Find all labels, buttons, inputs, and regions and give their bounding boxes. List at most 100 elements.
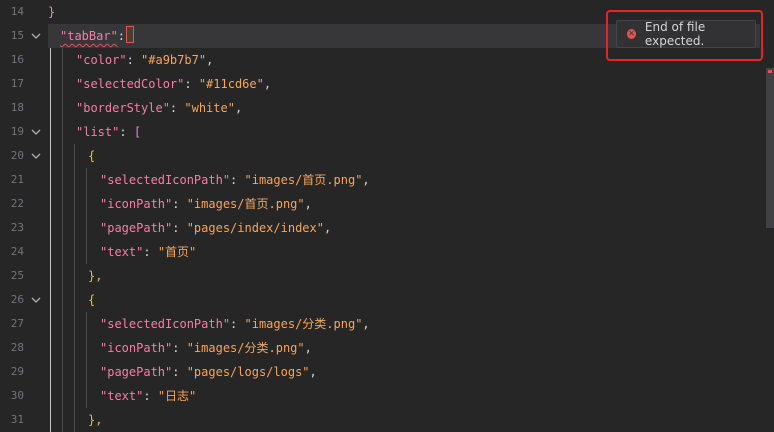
- chevron-down-icon: [31, 153, 41, 159]
- json-string: "#11cd6e": [198, 77, 264, 91]
- comma: ,: [304, 197, 312, 211]
- colon: :: [117, 29, 126, 43]
- json-string: "images/分类.png": [244, 317, 363, 331]
- json-string: "images/分类.png": [186, 341, 305, 355]
- comma: ,: [234, 101, 243, 115]
- comma: ,: [263, 77, 272, 91]
- comma: ,: [323, 221, 332, 235]
- json-key: "selectedIconPath": [100, 173, 231, 187]
- colon: :: [172, 341, 187, 355]
- comma: ,: [309, 365, 317, 379]
- json-string: "日志": [157, 389, 197, 403]
- line-number: 26: [10, 293, 24, 306]
- comma: ,: [362, 317, 370, 331]
- colon: :: [119, 125, 134, 139]
- colon: :: [184, 77, 199, 91]
- closing-brace: },: [88, 413, 103, 427]
- code-line[interactable]: },: [48, 264, 760, 288]
- comma: ,: [304, 341, 312, 355]
- line-number: 14: [10, 5, 24, 18]
- code-line[interactable]: {: [48, 144, 760, 168]
- vertical-scrollbar[interactable]: [766, 68, 774, 228]
- line-number-gutter: 14 15 16 17 18 19 20 21 22 23 24 25 26 2…: [0, 0, 48, 432]
- fold-toggle[interactable]: [30, 288, 42, 312]
- code-editor[interactable]: 14 15 16 17 18 19 20 21 22 23 24 25 26 2…: [0, 0, 774, 432]
- overview-ruler-error-marker: [768, 70, 772, 73]
- colon: :: [230, 173, 245, 187]
- line-number: 15: [10, 29, 24, 42]
- chevron-down-icon: [31, 129, 41, 135]
- line-number: 25: [10, 269, 24, 282]
- comma: ,: [206, 53, 214, 67]
- json-key: "text": [100, 389, 144, 403]
- line-number: 16: [10, 53, 24, 66]
- code-line[interactable]: {: [48, 288, 760, 312]
- code-line[interactable]: "iconPath": "images/首页.png",: [48, 192, 760, 216]
- line-number: 31: [10, 413, 24, 426]
- colon: :: [172, 221, 187, 235]
- code-line[interactable]: "iconPath": "images/分类.png",: [48, 336, 760, 360]
- comma: ,: [362, 173, 370, 187]
- fold-toggle[interactable]: [30, 24, 42, 48]
- json-string: "pages/logs/logs": [186, 365, 310, 379]
- line-number: 21: [10, 173, 24, 186]
- code-line[interactable]: "text": "日志": [48, 384, 760, 408]
- colon: :: [169, 101, 185, 115]
- line-number: 29: [10, 365, 24, 378]
- json-string: "首页": [157, 245, 197, 259]
- code-line[interactable]: "pagePath": "pages/index/index",: [48, 216, 760, 240]
- json-key: "pagePath": [100, 221, 173, 235]
- annotation-highlight-box: [606, 10, 763, 61]
- json-key: "pagePath": [100, 365, 173, 379]
- json-key: "iconPath": [100, 341, 173, 355]
- line-number: 22: [10, 197, 24, 210]
- code-area[interactable]: } "tabBar": "color": "#a9b7b7", "selecte…: [48, 0, 774, 432]
- colon: :: [172, 197, 187, 211]
- colon: :: [143, 389, 158, 403]
- line-number: 23: [10, 221, 24, 234]
- open-bracket: [: [133, 125, 142, 139]
- line-number: 17: [10, 77, 24, 90]
- text-cursor: [126, 26, 135, 43]
- line-number: 28: [10, 341, 24, 354]
- json-string: "pages/index/index": [186, 221, 324, 235]
- open-brace: {: [88, 149, 96, 163]
- closing-brace: },: [88, 269, 103, 283]
- line-number: 30: [10, 389, 24, 402]
- code-line[interactable]: "pagePath": "pages/logs/logs",: [48, 360, 760, 384]
- line-number: 24: [10, 245, 24, 258]
- fold-toggle[interactable]: [30, 144, 42, 168]
- line-number: 27: [10, 317, 24, 330]
- chevron-down-icon: [31, 33, 41, 39]
- json-key: "list": [76, 125, 120, 139]
- code-line[interactable]: "list": [: [48, 120, 760, 144]
- colon: :: [172, 365, 187, 379]
- line-number: 18: [10, 101, 24, 114]
- colon: :: [143, 245, 158, 259]
- json-key: "selectedColor": [76, 77, 185, 91]
- json-key: "color": [76, 53, 127, 67]
- open-brace: {: [88, 293, 96, 307]
- json-string: "#a9b7b7": [141, 53, 207, 67]
- code-line[interactable]: },: [48, 408, 760, 432]
- closing-brace: }: [48, 5, 56, 19]
- json-key: "borderStyle": [76, 101, 170, 115]
- json-key: "selectedIconPath": [100, 317, 231, 331]
- json-string: "images/首页.png": [186, 197, 305, 211]
- code-line[interactable]: "selectedColor": "#11cd6e",: [48, 72, 760, 96]
- code-line[interactable]: "borderStyle": "white",: [48, 96, 760, 120]
- colon: :: [126, 53, 142, 67]
- colon: :: [230, 317, 245, 331]
- fold-toggle[interactable]: [30, 120, 42, 144]
- json-key: "iconPath": [100, 197, 173, 211]
- code-line[interactable]: "text": "首页": [48, 240, 760, 264]
- json-string: "white": [184, 101, 235, 115]
- line-number: 19: [10, 125, 24, 138]
- json-key: "tabBar": [60, 29, 118, 43]
- json-string: "images/首页.png": [244, 173, 363, 187]
- chevron-down-icon: [31, 297, 41, 303]
- line-number: 20: [10, 149, 24, 162]
- code-line[interactable]: "selectedIconPath": "images/首页.png",: [48, 168, 760, 192]
- json-key: "text": [100, 245, 144, 259]
- code-line[interactable]: "selectedIconPath": "images/分类.png",: [48, 312, 760, 336]
